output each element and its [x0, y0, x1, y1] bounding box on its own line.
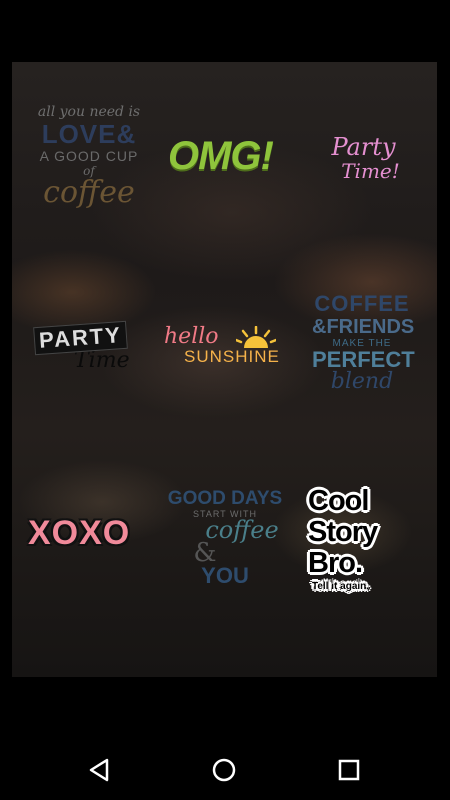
sticker-xoxo-text: XOXO — [28, 514, 131, 552]
home-button[interactable] — [200, 746, 248, 794]
sticker-friends-line1: COFFEE — [314, 291, 410, 316]
sticker-cool-line1: Cool — [308, 485, 369, 517]
sticker-party-pink-line2: Time! — [341, 159, 400, 183]
recents-icon — [338, 759, 360, 781]
sticker-party-time-black[interactable]: PARTY Time — [33, 320, 144, 380]
sticker-gooddays-line1: GOOD DAYS — [167, 488, 283, 509]
sticker-friends-line2: &FRIENDS — [312, 316, 415, 338]
sticker-coffee-friends[interactable]: COFFEE &FRIENDS MAKE THE PERFECT blend — [312, 291, 415, 408]
system-navigation-bar — [0, 738, 450, 800]
sticker-cool-story-bro[interactable]: Cool Story Bro. Tell it again. — [308, 485, 408, 593]
sticker-sun-line2: SUNSHINE — [184, 347, 280, 366]
sticker-friends-line4: PERFECT — [312, 347, 415, 372]
recents-button[interactable] — [325, 746, 373, 794]
sticker-omg[interactable]: OMG! — [168, 134, 274, 194]
sticker-cool-line4: Tell it again. — [312, 581, 370, 592]
sticker-love-line5: coffee — [43, 175, 135, 210]
home-icon — [212, 758, 236, 782]
sticker-sun-line1: hello — [164, 324, 219, 349]
sticker-friends-line5: blend — [330, 369, 394, 394]
back-button[interactable] — [75, 746, 123, 794]
sticker-gooddays-line4: & — [193, 538, 217, 568]
sticker-gooddays-line5: YOU — [201, 563, 249, 588]
back-icon — [89, 758, 109, 782]
sticker-hello-sunshine[interactable]: hello SUNSHINE — [164, 324, 284, 374]
sticker-omg-text: OMG! — [168, 134, 274, 178]
sticker-love-line2: LOVE& — [41, 119, 137, 149]
sticker-good-days[interactable]: GOOD DAYS START WITH coffee & YOU — [165, 488, 285, 594]
sticker-cool-line3: Bro. — [308, 547, 363, 579]
sun-icon — [236, 326, 276, 348]
sticker-cool-line2: Story — [308, 516, 378, 548]
sticker-grid: all you need is LOVE& A GOOD CUP of coff… — [12, 62, 437, 677]
sticker-love-line3: A GOOD CUP — [39, 148, 139, 164]
sticker-love-line1: all you need is — [37, 104, 141, 120]
sticker-party-pink-line1: Party — [331, 133, 396, 161]
sticker-party-time-pink[interactable]: Party Time! — [316, 134, 411, 194]
sticker-love-coffee[interactable]: all you need is LOVE& A GOOD CUP of coff… — [30, 104, 148, 224]
